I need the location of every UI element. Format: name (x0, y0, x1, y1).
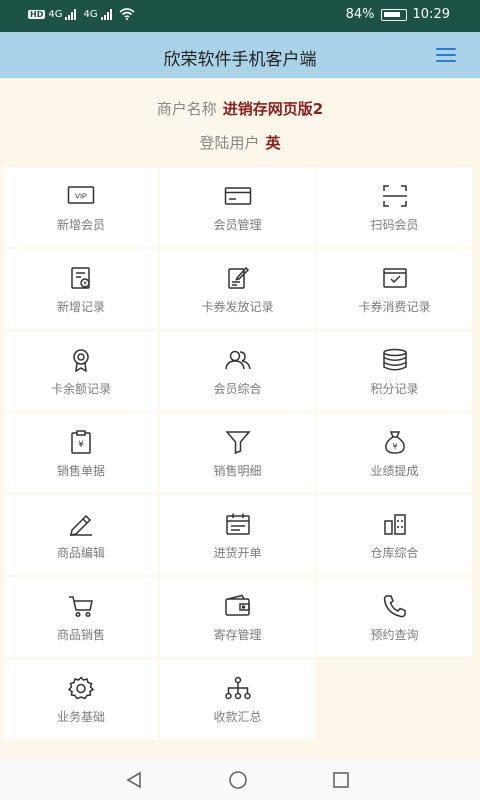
menu-item-card-balance-record[interactable]: 卡余额记录 (4, 331, 158, 411)
account-info: 商户名称 进销存网页版2 登陆用户英 (0, 78, 480, 166)
edit-doc-icon (224, 266, 252, 290)
system-nav-bar (0, 760, 480, 800)
menu-item-label: 商品编辑 (56, 546, 105, 560)
svg-text:¥: ¥ (78, 440, 84, 450)
menu-item-label: 商品销售 (56, 628, 105, 642)
menu-item-label: 寄存管理 (213, 628, 262, 642)
back-triangle-icon[interactable] (124, 770, 144, 790)
menu-item-label: 新增会员 (56, 218, 105, 232)
merchant-name: 进销存网页版2 (222, 100, 324, 118)
battery-icon (380, 8, 407, 21)
hd-badge: HD (28, 9, 46, 19)
hierarchy-icon (224, 676, 252, 700)
signal-icon (65, 8, 77, 20)
menu-item-add-record[interactable]: ¥ 新增记录 (4, 249, 158, 329)
svg-text:¥: ¥ (83, 280, 87, 287)
menu-item-member-management[interactable]: 会员管理 (160, 167, 315, 247)
hamburger-menu-icon[interactable] (436, 48, 456, 62)
merchant-label: 商户名称 (156, 100, 217, 118)
menu-item-product-sales[interactable]: 商品销售 (4, 577, 158, 657)
users-icon (224, 348, 252, 372)
pen-icon (67, 512, 95, 536)
user-name: 英 (265, 134, 281, 152)
menu-item-add-member[interactable]: VIP 新增会员 (4, 167, 158, 247)
wallet-icon (224, 594, 252, 618)
menu-item-label: 会员管理 (213, 218, 262, 232)
status-right: 84% 10:29 (346, 7, 450, 22)
wifi-icon (119, 8, 135, 20)
user-row: 登陆用户英 (0, 132, 480, 153)
signal-icon-2 (100, 8, 112, 20)
menu-item-label: 积分记录 (370, 382, 419, 396)
filter-icon (224, 430, 252, 455)
check-doc-icon (381, 266, 409, 290)
recents-square-icon[interactable] (331, 770, 351, 790)
network-label-2: 4G (83, 8, 98, 20)
user-label: 登陆用户 (199, 134, 260, 152)
menu-item-purchase-order[interactable]: 进货开单 (160, 495, 315, 575)
record-icon: ¥ (67, 266, 95, 290)
vip-card-icon: VIP (67, 184, 95, 208)
function-grid: VIP 新增会员 会员管理 扫码会员 ¥ 新增记录 卡券发放记录 卡券消费记录 … (4, 167, 472, 739)
menu-item-label: 新增记录 (56, 300, 105, 314)
menu-item-business-basics[interactable]: 业务基础 (4, 659, 158, 739)
menu-item-scan-member[interactable]: 扫码会员 (317, 167, 472, 247)
menu-item-payment-summary[interactable]: 收款汇总 (160, 659, 315, 739)
menu-item-label: 扫码会员 (370, 218, 419, 232)
card-icon (224, 184, 252, 208)
menu-item-coupon-issue-record[interactable]: 卡券发放记录 (160, 249, 315, 329)
menu-item-member-summary[interactable]: 会员综合 (160, 331, 315, 411)
menu-item-label: 会员综合 (213, 382, 262, 396)
app-header: 欣荣软件手机客户端 (0, 32, 480, 78)
menu-item-sales-documents[interactable]: ¥ 销售单据 (4, 413, 158, 493)
menu-item-label: 仓库综合 (370, 546, 419, 560)
clock: 10:29 (412, 7, 450, 22)
svg-text:VIP: VIP (75, 192, 87, 201)
money-bag-icon: ¥ (381, 430, 409, 454)
menu-item-label: 进货开单 (213, 546, 262, 560)
yuan-clipboard-icon: ¥ (67, 430, 95, 454)
menu-item-storage-management[interactable]: 寄存管理 (160, 577, 315, 657)
menu-item-product-edit[interactable]: 商品编辑 (4, 495, 158, 575)
menu-item-label: 业务基础 (56, 710, 105, 724)
merchant-row: 商户名称 进销存网页版2 (0, 98, 480, 119)
home-circle-icon[interactable] (228, 770, 248, 790)
menu-item-sales-detail[interactable]: 销售明细 (160, 413, 315, 493)
menu-item-label: 销售明细 (213, 464, 262, 478)
scan-icon (381, 184, 409, 208)
menu-item-appointment-query[interactable]: 预约查询 (317, 577, 472, 657)
status-bar: HD 4G 4G 84% 10:29 (0, 0, 480, 32)
svg-text:¥: ¥ (392, 442, 397, 451)
coins-stack-icon (381, 348, 409, 372)
menu-item-coupon-consume-record[interactable]: 卡券消费记录 (317, 249, 472, 329)
menu-item-label: 卡券发放记录 (201, 300, 274, 314)
menu-item-label: 收款汇总 (213, 710, 262, 724)
phone-icon (381, 594, 409, 618)
gear-icon (67, 676, 95, 700)
battery-percent: 84% (345, 7, 375, 22)
app-title: 欣荣软件手机客户端 (163, 50, 317, 70)
menu-item-warehouse-summary[interactable]: 仓库综合 (317, 495, 472, 575)
menu-item-label: 业绩提成 (370, 464, 419, 478)
menu-item-label: 预约查询 (370, 628, 419, 642)
cart-icon (67, 594, 95, 618)
status-left: HD 4G 4G (28, 8, 135, 20)
menu-item-label: 卡券消费记录 (358, 300, 431, 314)
calendar-icon (224, 512, 252, 536)
menu-item-performance-commission[interactable]: ¥ 业绩提成 (317, 413, 472, 493)
menu-item-label: 销售单据 (56, 464, 105, 478)
badge-icon (67, 348, 95, 373)
menu-item-points-record[interactable]: 积分记录 (317, 331, 472, 411)
network-label-1: 4G (48, 8, 63, 20)
buildings-icon (381, 512, 409, 536)
menu-item-label: 卡余额记录 (50, 382, 111, 396)
